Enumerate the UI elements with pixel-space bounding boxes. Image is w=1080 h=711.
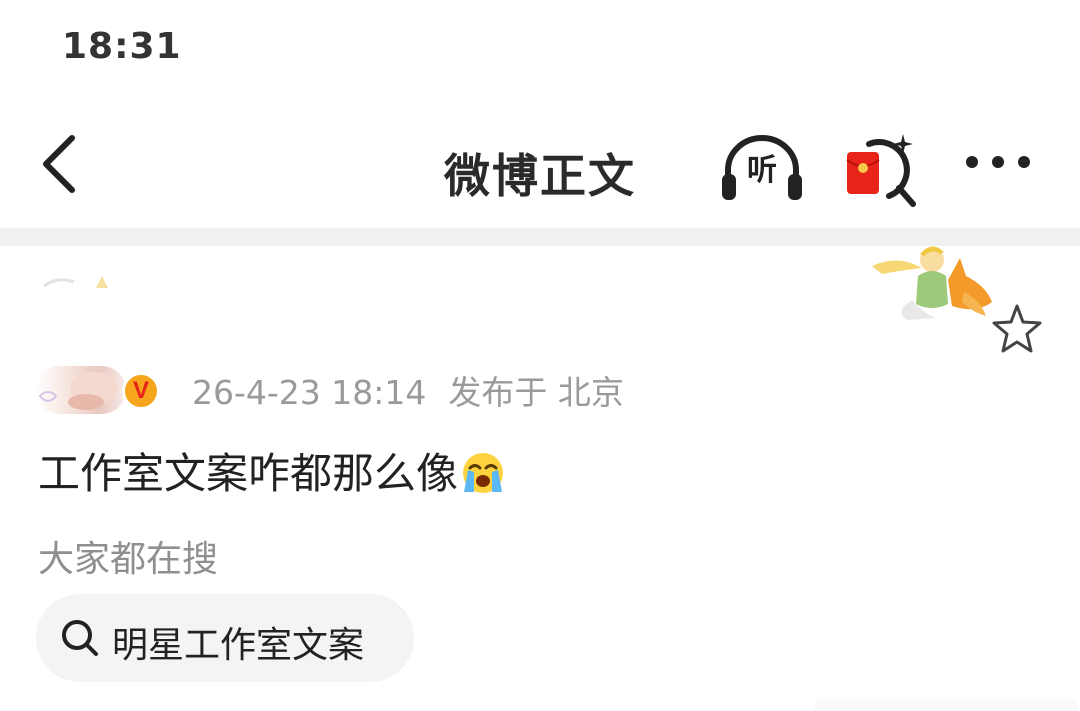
author-row: V 26-4-23 18:14 发布于 北京 xyxy=(0,360,1080,420)
post-timestamp: 26-4-23 18:14 xyxy=(192,373,427,412)
avatar[interactable] xyxy=(36,366,126,414)
more-options-button[interactable] xyxy=(960,140,1036,184)
star-icon xyxy=(992,304,1042,353)
red-envelope-search-icon xyxy=(846,134,916,207)
related-search-title: 大家都在搜 xyxy=(38,539,219,580)
verified-badge: V xyxy=(122,372,160,410)
post-meta: 26-4-23 18:14 发布于 北京 xyxy=(192,366,624,414)
post-text-body: 工作室文案咋都那么像 xyxy=(38,449,459,498)
listen-label: 听 xyxy=(747,153,777,188)
search-icon xyxy=(62,620,98,656)
gesture-bar-area xyxy=(815,699,1077,711)
partial-decoration xyxy=(44,276,108,288)
search-suggestion-label: 明星工作室文案 xyxy=(112,625,365,666)
nav-bar: 微博正文 听 xyxy=(0,110,1080,220)
favorite-button[interactable] xyxy=(990,302,1044,356)
search-suggestion-chip[interactable]: 明星工作室文案 xyxy=(36,594,414,682)
hongbao-search-button[interactable] xyxy=(843,130,921,208)
post-location: 发布于 北京 xyxy=(448,373,624,412)
listen-button[interactable]: 听 xyxy=(718,130,806,202)
status-bar: 18:31 xyxy=(0,0,1080,100)
avatar-image xyxy=(38,372,118,410)
crying-face-icon xyxy=(463,452,504,493)
more-dots-icon xyxy=(966,156,1030,168)
verified-mark: V xyxy=(132,377,149,404)
post-text: 工作室文案咋都那么像 xyxy=(38,440,506,501)
little-prince-decoration xyxy=(872,246,992,320)
status-time: 18:31 xyxy=(62,26,182,67)
